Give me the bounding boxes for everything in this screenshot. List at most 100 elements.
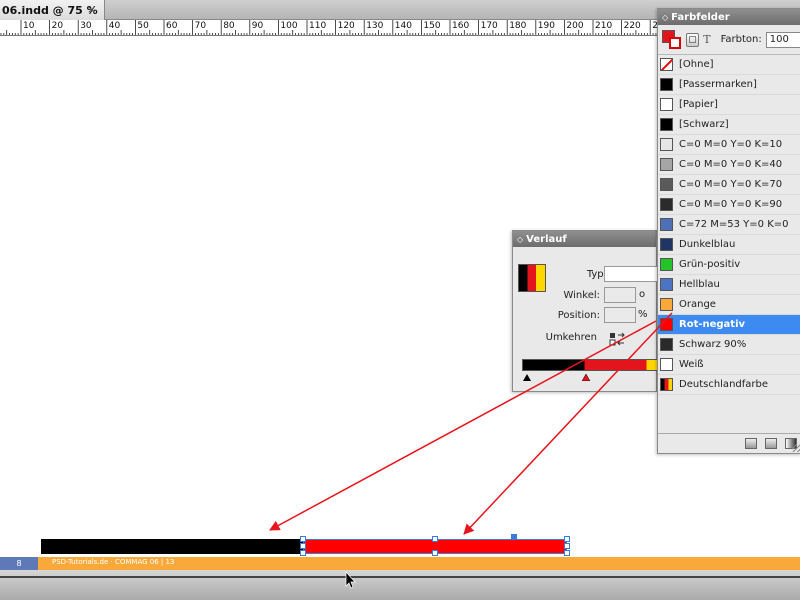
collapse-icon[interactable]: ◇ bbox=[517, 235, 523, 244]
document-tab[interactable]: 06.indd @ 75 % × bbox=[0, 0, 105, 20]
selection-handle[interactable] bbox=[432, 536, 438, 542]
pasteboard-bottom bbox=[0, 570, 800, 600]
swatches-panel-header[interactable]: ◇ Farbfelder bbox=[658, 9, 800, 25]
swatch-label: Orange bbox=[679, 299, 716, 310]
swatch-item[interactable]: Deutschlandfarbe bbox=[658, 375, 800, 395]
resize-grip-icon[interactable] bbox=[792, 444, 800, 452]
swatch-label: [Schwarz] bbox=[679, 119, 729, 130]
ruler-label: 110 bbox=[309, 21, 327, 31]
swatch-color-chip bbox=[660, 98, 673, 111]
swatches-bottom-bar bbox=[658, 433, 800, 453]
swatches-panel-title: Farbfelder bbox=[671, 11, 730, 23]
swatch-color-chip bbox=[660, 358, 673, 371]
swatch-item[interactable]: C=0 M=0 Y=0 K=10 bbox=[658, 135, 800, 155]
tint-label: Farbton: bbox=[720, 34, 762, 45]
swatches-toolbar: ▢ T Farbton: 100 bbox=[658, 25, 800, 55]
swatch-color-chip bbox=[660, 198, 673, 211]
center-point-handle[interactable] bbox=[511, 534, 517, 540]
swatch-item[interactable]: C=0 M=0 Y=0 K=90 bbox=[658, 195, 800, 215]
swatch-label: Weiß bbox=[679, 359, 704, 370]
swatch-color-chip bbox=[660, 158, 673, 171]
reverse-label: Umkehren bbox=[545, 332, 597, 343]
fill-stroke-icon[interactable] bbox=[662, 29, 682, 50]
swatch-label: C=0 M=0 Y=0 K=10 bbox=[679, 139, 783, 150]
swatch-label: [Ohne] bbox=[679, 59, 714, 70]
selection-handle[interactable] bbox=[300, 536, 306, 542]
swatches-panel[interactable]: ◇ Farbfelder ▢ T Farbton: 100 [Ohne] [Pas… bbox=[657, 8, 800, 454]
gradient-preview-swatch bbox=[518, 264, 546, 292]
page-footer-bar: 8 PSD-Tutorials.de · COMMAG 06 | 13 bbox=[0, 557, 800, 570]
swatch-item[interactable]: Schwarz 90% bbox=[658, 335, 800, 355]
selection-handle[interactable] bbox=[564, 536, 570, 542]
ruler-label: 200 bbox=[566, 21, 584, 31]
formatting-container-icon[interactable]: ▢ bbox=[685, 32, 700, 47]
swatch-color-chip bbox=[660, 178, 673, 191]
swatch-item[interactable]: Dunkelblau bbox=[658, 235, 800, 255]
gradient-stops[interactable] bbox=[522, 373, 658, 381]
swatch-color-chip bbox=[660, 258, 673, 271]
gradient-ramp[interactable] bbox=[522, 359, 658, 371]
collapse-icon[interactable]: ◇ bbox=[662, 13, 668, 22]
swatch-color-chip bbox=[660, 238, 673, 251]
reverse-gradient-icon[interactable] bbox=[609, 331, 626, 347]
ruler-label: 20 bbox=[51, 21, 64, 31]
ruler-label: 120 bbox=[337, 21, 355, 31]
selection-handle[interactable] bbox=[564, 543, 570, 549]
selection-handle[interactable] bbox=[432, 550, 438, 556]
selection-handle[interactable] bbox=[564, 550, 570, 556]
new-swatch-icon[interactable] bbox=[765, 438, 777, 449]
show-swatches-icon[interactable] bbox=[745, 438, 757, 449]
angle-input[interactable] bbox=[604, 287, 636, 303]
ruler-label: 140 bbox=[394, 21, 412, 31]
swatch-item[interactable]: C=72 M=53 Y=0 K=0 bbox=[658, 215, 800, 235]
ruler-label: 50 bbox=[137, 21, 149, 31]
page-number[interactable]: 8 bbox=[0, 557, 38, 570]
tint-input[interactable]: 100 bbox=[765, 31, 800, 48]
stroke-swatch[interactable] bbox=[669, 36, 681, 49]
text-format-icon[interactable]: T bbox=[703, 33, 710, 46]
swatch-color-chip bbox=[660, 338, 673, 351]
swatch-label: Schwarz 90% bbox=[679, 339, 747, 350]
gradient-panel-header[interactable]: ◇ Verlauf bbox=[513, 231, 656, 247]
gradient-panel-title: Verlauf bbox=[526, 233, 567, 245]
ruler-label: 10 bbox=[23, 21, 35, 31]
swatch-color-chip bbox=[660, 318, 673, 331]
swatch-label: Deutschlandfarbe bbox=[679, 379, 769, 390]
ruler-label: 180 bbox=[509, 21, 527, 31]
black-stripe-frame[interactable] bbox=[41, 539, 303, 554]
gradient-panel[interactable]: ◇ Verlauf Typ: Winkel: o Position: % Umk… bbox=[512, 230, 658, 392]
swatch-item[interactable]: [Ohne] bbox=[658, 55, 800, 75]
swatch-item[interactable]: [Passermarken] bbox=[658, 75, 800, 95]
swatch-label: Dunkelblau bbox=[679, 239, 736, 250]
swatch-item[interactable]: Grün-positiv bbox=[658, 255, 800, 275]
swatch-item[interactable]: Rot-negativ bbox=[658, 315, 800, 335]
ruler-label: 150 bbox=[423, 21, 441, 31]
swatch-label: Grün-positiv bbox=[679, 259, 741, 270]
selection-handle[interactable] bbox=[300, 543, 306, 549]
angle-label: Winkel: bbox=[563, 290, 600, 301]
swatch-item[interactable]: C=0 M=0 Y=0 K=40 bbox=[658, 155, 800, 175]
selection-handle[interactable] bbox=[300, 550, 306, 556]
ruler-label: 70 bbox=[194, 21, 207, 31]
swatch-color-chip bbox=[660, 118, 673, 131]
swatch-item[interactable]: Orange bbox=[658, 295, 800, 315]
ruler-label: 80 bbox=[223, 21, 235, 31]
swatch-item[interactable]: [Papier] bbox=[658, 95, 800, 115]
position-unit: % bbox=[638, 309, 648, 320]
ruler-label: 210 bbox=[595, 21, 613, 31]
swatch-label: C=0 M=0 Y=0 K=70 bbox=[679, 179, 783, 190]
ruler-label: 190 bbox=[537, 21, 555, 31]
type-select[interactable] bbox=[604, 266, 658, 282]
swatch-color-chip bbox=[660, 78, 673, 91]
swatch-item[interactable]: [Schwarz] bbox=[658, 115, 800, 135]
ruler-label: 40 bbox=[108, 21, 121, 31]
ruler-label: 130 bbox=[366, 21, 384, 31]
ruler-label: 60 bbox=[166, 21, 178, 31]
close-icon[interactable]: × bbox=[85, 3, 98, 16]
position-input[interactable] bbox=[604, 307, 636, 323]
swatch-item[interactable]: C=0 M=0 Y=0 K=70 bbox=[658, 175, 800, 195]
footer-text: PSD-Tutorials.de · COMMAG 06 | 13 bbox=[52, 558, 175, 566]
swatch-color-chip bbox=[660, 138, 673, 151]
swatch-item[interactable]: Hellblau bbox=[658, 275, 800, 295]
swatch-item[interactable]: Weiß bbox=[658, 355, 800, 375]
